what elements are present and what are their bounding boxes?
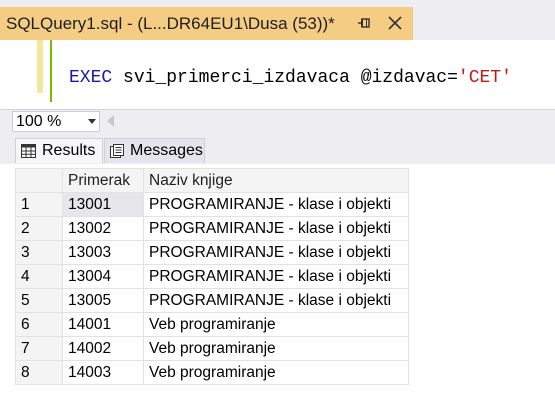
results-grid[interactable]: Primerak Naziv knjige 1 13001 PROGRAMIRA… xyxy=(15,168,409,385)
cell-primerak[interactable]: 14001 xyxy=(62,312,144,337)
row-number[interactable]: 4 xyxy=(15,264,63,289)
block-indicator xyxy=(50,40,52,102)
table-row: 3 13003 PROGRAMIRANJE - klase i objekti xyxy=(15,240,409,265)
cell-primerak[interactable]: 14003 xyxy=(62,360,144,385)
cell-naziv-knjige[interactable]: PROGRAMIRANJE - klase i objekti xyxy=(143,288,409,313)
column-header-naziv-knjige[interactable]: Naziv knjige xyxy=(143,168,409,193)
document-tab[interactable]: SQLQuery1.sql - (L...DR64EU1\Dusa (53))* xyxy=(0,7,413,40)
row-number[interactable]: 2 xyxy=(15,216,63,241)
cell-primerak[interactable]: 13004 xyxy=(62,264,144,289)
tab-title: SQLQuery1.sql - (L...DR64EU1\Dusa (53))* xyxy=(6,13,335,33)
cell-naziv-knjige[interactable]: PROGRAMIRANJE - klase i objekti xyxy=(143,240,409,265)
row-number[interactable]: 6 xyxy=(15,312,63,337)
table-row: 4 13004 PROGRAMIRANJE - klase i objekti xyxy=(15,264,409,289)
row-number[interactable]: 5 xyxy=(15,288,63,313)
cell-primerak[interactable]: 13001 xyxy=(62,192,144,217)
query-editor[interactable]: EXEC svi_primerci_izdavaca @izdavac='CET… xyxy=(0,40,555,109)
chevron-down-icon[interactable] xyxy=(88,119,96,124)
cell-naziv-knjige[interactable]: Veb programiranje xyxy=(143,360,409,385)
scroll-left-icon[interactable] xyxy=(107,115,114,127)
table-row: 6 14001 Veb programiranje xyxy=(15,312,409,337)
gutter-change-marker xyxy=(37,40,43,93)
grid-icon xyxy=(21,144,36,158)
pin-icon[interactable] xyxy=(356,15,372,31)
table-row: 2 13002 PROGRAMIRANJE - klase i objekti xyxy=(15,216,409,241)
code-line[interactable]: EXEC svi_primerci_izdavaca @izdavac='CET… xyxy=(69,68,512,88)
tab-results[interactable]: Results xyxy=(15,138,103,163)
column-header-primerak[interactable]: Primerak xyxy=(62,168,144,193)
cell-naziv-knjige[interactable]: Veb programiranje xyxy=(143,336,409,361)
row-number[interactable]: 1 xyxy=(15,192,63,217)
table-row: 5 13005 PROGRAMIRANJE - klase i objekti xyxy=(15,288,409,313)
zoom-value: 100 % xyxy=(16,112,62,130)
results-tab-bar: Results Messages xyxy=(0,133,555,164)
zoom-bar: 100 % xyxy=(0,109,555,133)
cell-naziv-knjige[interactable]: Veb programiranje xyxy=(143,312,409,337)
row-number[interactable]: 3 xyxy=(15,240,63,265)
tab-results-label: Results xyxy=(42,142,96,159)
tab-messages-label: Messages xyxy=(130,142,203,159)
document-tab-bar: SQLQuery1.sql - (L...DR64EU1\Dusa (53))* xyxy=(0,0,555,40)
messages-icon xyxy=(110,144,124,158)
results-grid-area: Primerak Naziv knjige 1 13001 PROGRAMIRA… xyxy=(0,164,555,408)
row-number[interactable]: 7 xyxy=(15,336,63,361)
row-number-header[interactable] xyxy=(15,168,63,193)
procedure-name: svi_primerci_izdavaca xyxy=(123,68,350,88)
cell-primerak[interactable]: 13002 xyxy=(62,216,144,241)
cell-naziv-knjige[interactable]: PROGRAMIRANJE - klase i objekti xyxy=(143,192,409,217)
cell-naziv-knjige[interactable]: PROGRAMIRANJE - klase i objekti xyxy=(143,216,409,241)
string-value: 'CET' xyxy=(457,68,512,88)
table-row: 8 14003 Veb programiranje xyxy=(15,360,409,385)
tab-messages[interactable]: Messages xyxy=(104,138,205,163)
table-row: 7 14002 Veb programiranje xyxy=(15,336,409,361)
zoom-select[interactable]: 100 % xyxy=(12,111,100,132)
cell-primerak[interactable]: 13003 xyxy=(62,240,144,265)
close-icon[interactable] xyxy=(386,14,404,32)
parameter-name: @izdavac= xyxy=(360,68,458,88)
grid-header-row: Primerak Naziv knjige xyxy=(15,168,409,193)
cell-primerak[interactable]: 13005 xyxy=(62,288,144,313)
row-number[interactable]: 8 xyxy=(15,360,63,385)
exec-keyword: EXEC xyxy=(69,68,113,88)
table-row: 1 13001 PROGRAMIRANJE - klase i objekti xyxy=(15,192,409,217)
cell-primerak[interactable]: 14002 xyxy=(62,336,144,361)
cell-naziv-knjige[interactable]: PROGRAMIRANJE - klase i objekti xyxy=(143,264,409,289)
